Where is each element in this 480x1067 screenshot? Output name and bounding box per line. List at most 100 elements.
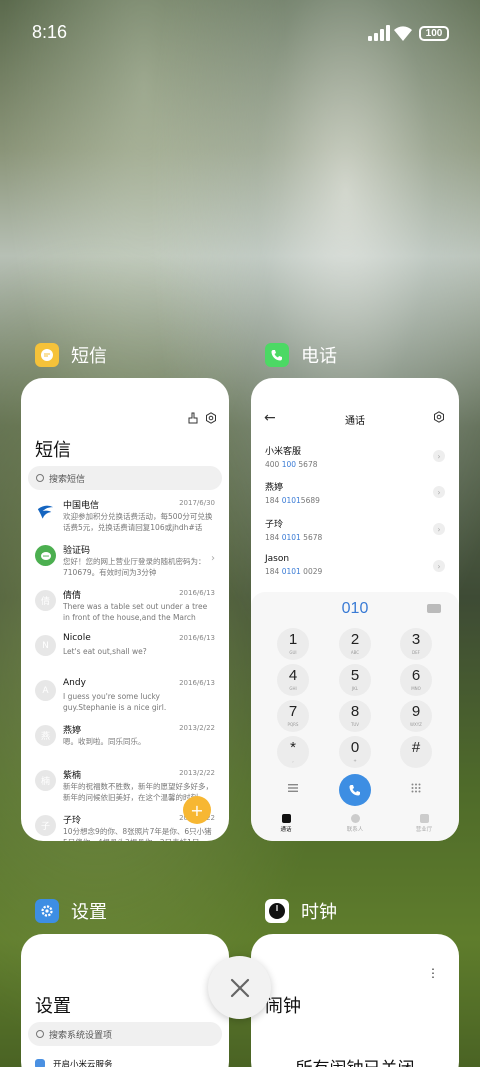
gear-icon[interactable] <box>205 412 217 424</box>
call-button[interactable] <box>339 774 371 806</box>
dial-key-4[interactable]: 4 GHI <box>277 664 309 696</box>
chat-bubble-icon <box>35 545 56 566</box>
call-log-item[interactable]: 小米客服 400 100 5678 › <box>265 444 445 470</box>
phone-icon <box>281 814 291 823</box>
keypad-icon[interactable] <box>411 783 421 793</box>
sender-name: Nicole <box>63 633 91 643</box>
list-item[interactable]: A Andy 2016/6/13 I guess you're some luc… <box>21 676 229 721</box>
search-icon <box>36 474 44 482</box>
call-log-item[interactable]: 燕婷 184 01015689 › <box>265 480 445 506</box>
tab-service-hall[interactable]: 营业厅 <box>404 814 444 833</box>
list-item[interactable]: 验证码 › 您好！您的网上营业厅登录的随机密码为：710679。有效时间为3分钟 <box>21 541 229 586</box>
phone-number: 184 01015689 <box>265 496 320 505</box>
backspace-icon[interactable] <box>427 604 441 613</box>
dial-key-5[interactable]: 5 JKL <box>339 664 371 696</box>
page-title: 设置 <box>35 996 71 1017</box>
dial-key-6[interactable]: 6 MNO <box>400 664 432 696</box>
more-menu-icon[interactable]: ⋮ <box>427 966 439 980</box>
message-list: 中国电信 2017/6/30 欢迎参加积分兑换话费活动，每500分可兑换话费5元… <box>21 496 229 841</box>
phone-number: 184 0101 5678 <box>265 533 323 542</box>
dial-key-hash[interactable]: # <box>400 736 432 768</box>
contact-name: 子玲 <box>265 520 284 530</box>
messages-app-card[interactable]: 短信 搜索短信 中国电信 2017/6/30 欢迎参加积分兑换话费活动，每500… <box>21 378 229 841</box>
close-icon <box>230 978 249 997</box>
message-preview: 10分想念9的你、8张照片7年是你、6只小猪5只傻你、4根骨头3根骨你、2只青蛙… <box>63 827 212 841</box>
sender-name: 倩倩 <box>63 591 82 601</box>
search-input[interactable]: 搜索短信 <box>28 466 222 490</box>
list-item[interactable]: 燕 燕婷 2013/2/22 嗯。收到啦。同乐同乐。 <box>21 721 229 766</box>
avatar: A <box>35 680 56 701</box>
sender-name: 燕婷 <box>63 726 82 736</box>
store-icon <box>419 814 429 823</box>
dial-key-2[interactable]: 2 ABC <box>339 628 371 660</box>
chevron-right-icon[interactable]: › <box>433 523 445 535</box>
status-time: 8:16 <box>32 22 68 42</box>
tab-contacts[interactable]: 联系人 <box>335 814 375 833</box>
phone-app-title: 电话 <box>301 346 337 367</box>
avatar: 子 <box>35 815 56 836</box>
avatar: 倩 <box>35 590 56 611</box>
dial-key-3[interactable]: 3 DEF <box>400 628 432 660</box>
message-preview: 欢迎参加积分兑换话费活动，每500分可兑换话费5元，兑换话费请回复106或jhd… <box>63 512 213 532</box>
new-message-button[interactable]: + <box>183 796 211 824</box>
clock-app-header[interactable]: 时钟 <box>265 898 337 924</box>
message-date: 2016/6/13 <box>179 589 215 597</box>
message-preview: I guess you're some lucky guy.Stephanie … <box>63 692 167 712</box>
clock-app-title: 时钟 <box>301 902 337 923</box>
settings-app-icon <box>35 899 59 923</box>
tab-calls[interactable]: 通话 <box>266 814 306 833</box>
china-telecom-logo-icon <box>35 500 56 521</box>
page-title: 通话 <box>345 416 365 427</box>
avatar: N <box>35 635 56 656</box>
page-title: 闹钟 <box>265 996 301 1017</box>
close-all-button[interactable] <box>208 956 271 1019</box>
search-placeholder: 搜索系统设置项 <box>49 1030 113 1041</box>
bottom-tab-bar: 通话 联系人 营业厅 <box>251 814 459 838</box>
dial-key-star[interactable]: *, <box>277 736 309 768</box>
sender-name: Andy <box>63 678 86 688</box>
avatar: 楠 <box>35 770 56 791</box>
chevron-right-icon[interactable]: › <box>433 450 445 462</box>
phone-number: 400 100 5678 <box>265 460 318 469</box>
plus-icon: + <box>190 800 204 820</box>
messages-app-header[interactable]: 短信 <box>35 342 107 368</box>
list-item[interactable]: 中国电信 2017/6/30 欢迎参加积分兑换话费活动，每500分可兑换话费5元… <box>21 496 229 541</box>
call-log-item[interactable]: Jason 184 0101 0029 › <box>265 554 445 580</box>
phone-app-card[interactable]: ← 通话 小米客服 400 100 5678 › 燕婷 184 01015689… <box>251 378 459 841</box>
clock-app-icon <box>265 899 289 923</box>
message-date: 2013/2/22 <box>179 724 215 732</box>
gear-icon[interactable] <box>433 411 445 423</box>
clean-icon[interactable] <box>187 412 199 424</box>
contacts-icon <box>350 814 360 823</box>
phone-app-header[interactable]: 电话 <box>265 342 337 368</box>
dial-key-8[interactable]: 8 TUV <box>339 700 371 732</box>
clock-app-card[interactable]: ⋮ 闹钟 所有闹钟已关闭 <box>251 934 459 1067</box>
dial-key-0[interactable]: 0 + <box>339 736 371 768</box>
search-icon <box>36 1030 44 1038</box>
message-date: 2017/6/30 <box>179 499 215 507</box>
dial-key-7[interactable]: 7 PQRS <box>277 700 309 732</box>
list-item[interactable]: 倩 倩倩 2016/6/13 There was a table set out… <box>21 586 229 631</box>
call-log-item[interactable]: 子玲 184 0101 5678 › <box>265 517 445 543</box>
list-item[interactable]: N Nicole 2016/6/13 Let's eat out,shall w… <box>21 631 229 676</box>
avatar: 燕 <box>35 725 56 746</box>
menu-icon[interactable] <box>288 784 298 792</box>
cloud-icon <box>35 1059 45 1067</box>
message-date: 2016/6/13 <box>179 634 215 642</box>
settings-app-title: 设置 <box>71 902 107 923</box>
dial-key-1[interactable]: 1 GUI <box>277 628 309 660</box>
phone-number: 184 0101 0029 <box>265 567 323 576</box>
chevron-right-icon[interactable]: › <box>433 560 445 572</box>
search-input[interactable]: 搜索系统设置项 <box>28 1022 222 1046</box>
messages-toolbar <box>187 412 217 424</box>
message-preview: 您好！您的网上营业厅登录的随机密码为：710679。有效时间为3分钟 <box>63 557 206 577</box>
settings-item-cloud[interactable]: 开启小米云服务 <box>35 1058 113 1067</box>
settings-app-header[interactable]: 设置 <box>35 898 107 924</box>
wifi-icon <box>394 26 412 41</box>
chevron-right-icon[interactable]: › <box>433 486 445 498</box>
dialpad: 010 1 GUI 2 ABC 3 DEF 4 GHI 5 JKL 6 MNO 7 PQRS … <box>251 592 459 841</box>
contact-name: Jason <box>265 554 290 564</box>
message-preview: Let's eat out,shall we? <box>63 647 147 656</box>
settings-app-card[interactable]: 设置 搜索系统设置项 开启小米云服务 <box>21 934 229 1067</box>
dial-key-9[interactable]: 9 WXYZ <box>400 700 432 732</box>
